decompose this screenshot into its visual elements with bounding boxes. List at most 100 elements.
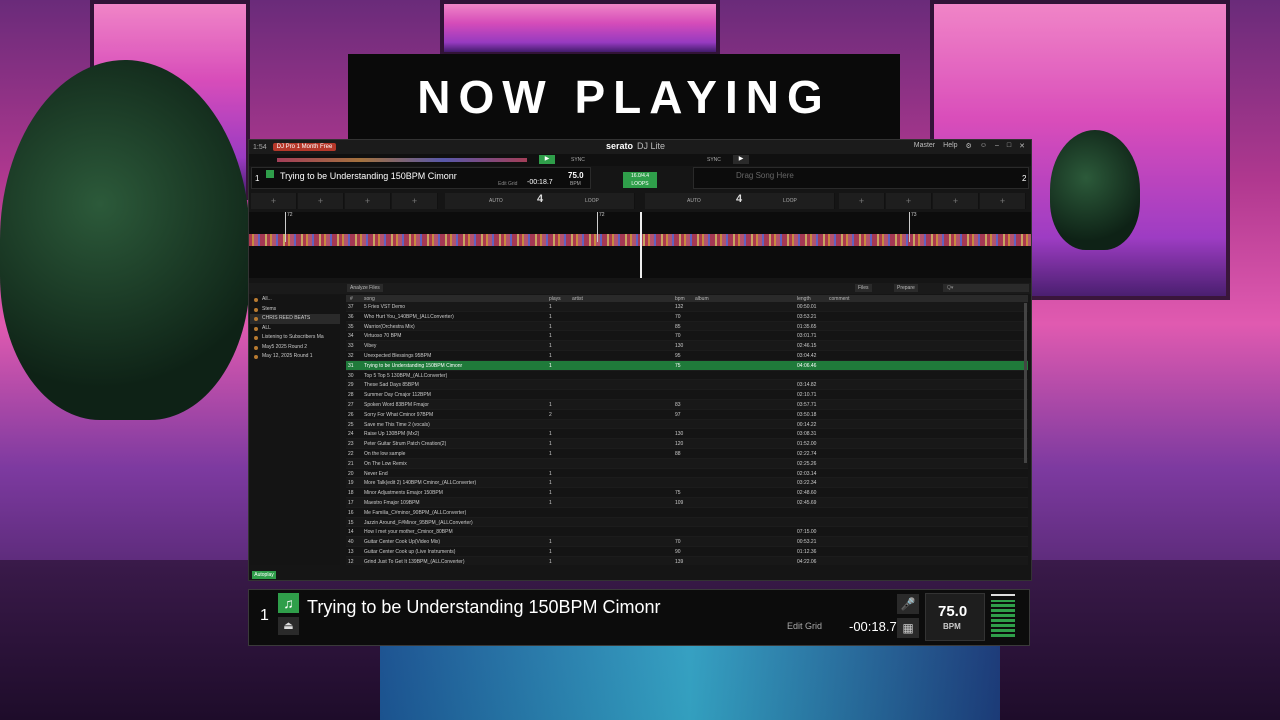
track-song: Minor Adjustments Emajor 150BPM [364,490,443,497]
music-note-icon [266,170,274,178]
deck-left-auto-loop[interactable]: AUTO [489,198,503,204]
table-row[interactable]: 32 Unexpected Blessings 95BPM 1 95 03:04.42 [346,351,1028,361]
deck-left-edit-grid[interactable]: Edit Grid [498,181,517,187]
track-plays: 1 [549,323,552,330]
hotcue-pad-1[interactable]: + [251,193,297,209]
track-number: 25 [348,421,354,428]
track-plays: 1 [549,313,552,320]
pro-trial-badge[interactable]: DJ Pro 1 Month Free [272,143,337,151]
table-row[interactable]: 29 These Sad Days 85BPM 03:14.82 [346,380,1028,391]
track-length: 00:50.01 [797,304,817,310]
track-length: 02:10.71 [797,392,817,399]
zoom-deck-title: Trying to be Understanding 150BPM Cimonr [307,597,661,617]
hotcue-pad-4[interactable]: + [392,193,438,209]
table-row[interactable]: 37 5 Fries VST Demo 1 132 00:50.01 [346,302,1028,312]
track-length: 02:48.60 [797,490,817,497]
deck-right-play-button[interactable]: ▶ [733,155,749,164]
table-row[interactable]: 15 Jazzin Around_F#Minor_95BPM_(ALLConver… [346,517,1028,528]
zoom-deck-edit-grid[interactable]: Edit Grid [787,621,822,631]
crate-chris-reed-beats[interactable]: CHRIS REED BEATS [250,314,340,324]
table-row[interactable]: 35 Warrior(Orchestra Mix) 1 85 01:35.65 [346,321,1028,332]
close-icon[interactable]: ✕ [1019,142,1025,150]
crate-stems[interactable]: Stems [250,305,340,315]
table-row[interactable]: 26 Sorry For What Cminor 97BPM 2 97 03:50.18 [346,410,1028,420]
table-row[interactable]: 22 On the low sample 1 88 02:22.74 [346,449,1028,459]
deck-right-auto-loop[interactable]: AUTO [687,198,701,204]
deck-left-title: Trying to be Understanding 150BPM Cimonr [280,171,457,181]
table-row[interactable]: 36 Who Hurt You_140BPM_(ALLConverter) 1 70 0… [346,312,1028,322]
deck-left-sync-button[interactable]: SYNC [571,157,585,163]
track-number: 18 [348,490,354,497]
minimize-icon[interactable]: – [995,142,999,150]
table-row[interactable]: 21 On The Low Remix 02:25.26 [346,458,1028,469]
deck-right-sync-button[interactable]: SYNC [707,157,721,163]
deck-right-loop-toggle[interactable]: LOOP [783,198,797,204]
track-number: 21 [348,460,354,467]
track-bpm: 120 [675,441,684,448]
table-row[interactable]: 20 Never End 1 02:03.14 [346,469,1028,479]
deck-right-loop-size[interactable]: 4 [736,193,742,205]
table-row[interactable]: 30 Top 5 Top 5 130BPM_(ALLConverter) [346,371,1028,381]
files-button[interactable]: Files [855,284,872,292]
hotcue-pad-7[interactable]: + [933,193,979,209]
track-bpm: 85 [675,323,681,330]
crate-may5[interactable]: May5 2025 Round 2 [250,343,340,353]
table-row[interactable]: 24 Raise Up 130BPM (Mx2) 1 130 03:08.31 [346,429,1028,440]
table-row[interactable]: 12 Grind Just To Get It 139BPM_(ALLConver… [346,556,1028,565]
track-song: Guitar Center Cook up (Live Instruments) [364,548,456,555]
center-loop-button[interactable]: 16.0/4.4 LOOPS [623,172,657,188]
table-row[interactable]: 27 Spoken Word 83BPM Fmajor 1 83 03:57.71 [346,399,1028,410]
gear-icon[interactable]: ⚙ [966,142,972,150]
track-rows: 37 5 Fries VST Demo 1 132 00:50.01 36 Who Hurt… [346,302,1028,565]
analyze-files-button[interactable]: Analyze Files [347,284,383,292]
deck-left-overview[interactable] [277,158,527,162]
table-row[interactable]: 31 Trying to be Understanding 150BPM Cimo… [346,360,1028,371]
search-input[interactable]: Q▾ [943,284,1029,292]
table-row[interactable]: 23 Peter Guitar Strum Patch Creation(2) 1 1… [346,439,1028,449]
main-waveform[interactable]: 72 72 73 [249,212,1031,278]
autoplay-button[interactable]: Autoplay [252,571,276,579]
table-row[interactable]: 28 Summer Day Cmajor 112BPM 02:10.71 [346,390,1028,400]
help-menu[interactable]: Help [943,142,957,150]
crate-may12[interactable]: May 12, 2025 Round 1 [250,352,340,362]
clock: 1:54 [253,143,267,151]
account-icon[interactable]: ☺ [980,142,987,150]
track-song: Spoken Word 83BPM Fmajor [364,401,429,408]
crate-all[interactable]: All... [250,295,340,305]
deck-left: 1 Trying to be Understanding 150BPM Cimo… [251,167,591,189]
track-number: 23 [348,441,354,448]
deck-left-loop-toggle[interactable]: LOOP [585,198,599,204]
track-bpm: 132 [675,304,684,310]
eject-icon[interactable]: ⏏ [278,617,299,635]
table-row[interactable]: 25 Save me This Time 2 (vocals) 00:14.22 [346,419,1028,430]
track-song: How I met your mother_Cminor_80BPM [364,529,453,536]
track-number: 34 [348,333,354,340]
deck-left-loop-size[interactable]: 4 [537,193,543,205]
crate-all-2[interactable]: ALL [250,324,340,334]
deck-left-play-button[interactable]: ▶ [539,155,555,164]
title-bar: 1:54 DJ Pro 1 Month Free serato DJ Lite M… [249,140,1031,154]
hotcue-pad-8[interactable]: + [980,193,1026,209]
hotcue-pad-3[interactable]: + [345,193,391,209]
table-row[interactable]: 34 Virtuoso 70 BPM 1 70 03:01.71 [346,331,1028,342]
table-row[interactable]: 33 Vibey 1 130 02:46.15 [346,341,1028,351]
prepare-button[interactable]: Prepare [894,284,918,292]
maximize-icon[interactable]: □ [1007,142,1011,150]
table-row[interactable]: 16 Me Familia_C#minor_90BPM_(ALLConverter… [346,508,1028,518]
hotcue-pad-5[interactable]: + [839,193,885,209]
deck-right-placeholder: Drag Song Here [736,171,794,180]
table-row[interactable]: 13 Guitar Center Cook up (Live Instrument… [346,547,1028,557]
hotcue-pad-6[interactable]: + [886,193,932,209]
crate-listening[interactable]: Listening to Subscribers Ma [250,333,340,343]
table-row[interactable]: 40 Guitar Center Cook Up(Video Mix) 1 70 00:… [346,537,1028,547]
table-row[interactable]: 18 Minor Adjustments Emajor 150BPM 1 75 02:4… [346,488,1028,498]
microphone-icon[interactable]: 🎤 [897,594,919,614]
table-row[interactable]: 17 Maestro Fmajor 109BPM 1 109 02:45.69 [346,497,1028,508]
track-list-scrollbar[interactable] [1024,303,1027,463]
hotcue-pad-2[interactable]: + [298,193,344,209]
track-bpm: 70 [675,313,681,320]
table-row[interactable]: 14 How I met your mother_Cminor_80BPM 07:1… [346,527,1028,538]
table-row[interactable]: 19 More Talk(edit 2) 140BPM Cminor_(ALLCo… [346,478,1028,489]
grid-icon[interactable]: ▦ [897,618,919,638]
master-label: Master [913,142,936,149]
